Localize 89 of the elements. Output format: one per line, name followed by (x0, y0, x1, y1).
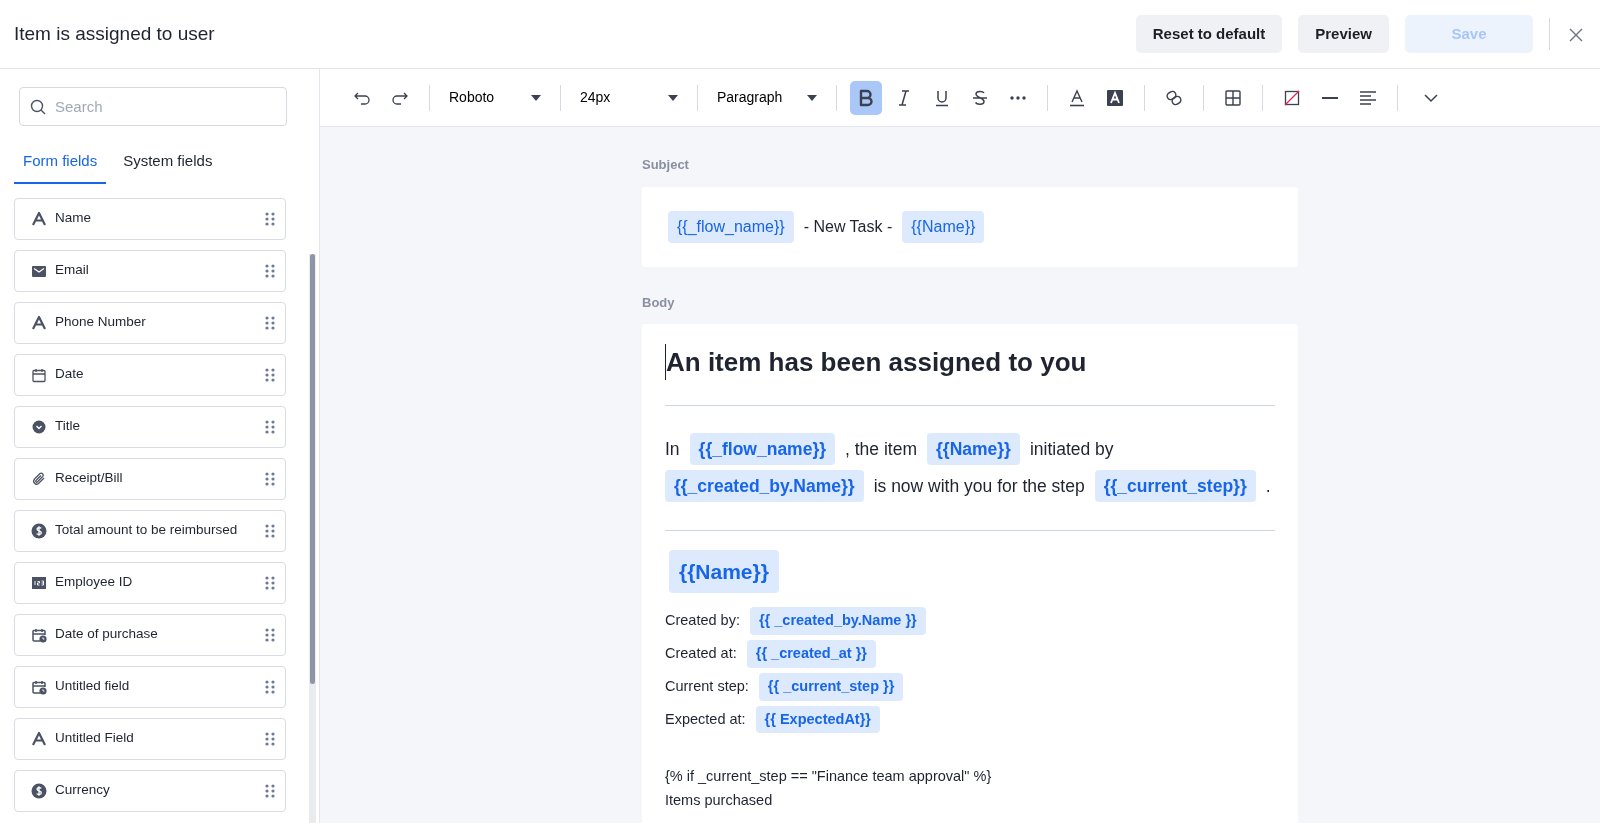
align-left-icon (1359, 88, 1377, 107)
caret-icon (531, 94, 541, 101)
template-tag: {{_current_step}} (1094, 470, 1256, 503)
field-item[interactable]: Date (14, 353, 286, 396)
body-editor[interactable] (642, 324, 1298, 823)
dollar-icon (31, 522, 47, 539)
drag-handle-icon[interactable] (265, 470, 275, 487)
body-text: Created by: (665, 611, 740, 631)
body-text: - New Task - (803, 216, 893, 237)
font-dropdown[interactable]: Paragraph (711, 87, 823, 108)
bold-button[interactable] (850, 80, 882, 115)
chevron-circle-icon (31, 418, 47, 435)
body-text: In (665, 437, 680, 461)
template-tag: {{Name}} (902, 210, 985, 243)
template-tag: {{Name}} (669, 549, 779, 594)
dollar-icon (31, 782, 47, 799)
calendar-clock-icon (31, 678, 47, 695)
drag-handle-icon[interactable] (265, 626, 275, 643)
body-text: , the item (845, 437, 917, 461)
body-text: {% if _current_step == "Finance team approval" %} (665, 767, 993, 787)
field-item[interactable]: Name (14, 197, 286, 240)
field-item[interactable]: Untitled field (14, 665, 286, 708)
drag-handle-icon[interactable] (265, 678, 275, 695)
drag-handle-icon[interactable] (265, 418, 275, 435)
letter-icon (31, 730, 47, 747)
field-item[interactable]: Employee ID (14, 561, 286, 604)
scrollbar-thumb[interactable] (310, 254, 315, 684)
tab[interactable]: System fields (114, 146, 222, 184)
body-text: Created at: (665, 644, 737, 664)
subject-field[interactable]: {{_flow_name}} - New Task - {{Name}} (642, 186, 1298, 267)
section-label: Body (642, 293, 676, 312)
section-label: Subject (642, 156, 690, 174)
underline-icon (933, 88, 951, 107)
tab[interactable]: Form fields (14, 146, 107, 184)
header-button[interactable]: Preview (1298, 15, 1389, 53)
field-item[interactable]: Title (14, 405, 286, 448)
template-tag: {{_flow_name}} (689, 433, 836, 466)
clear-format-icon (1283, 88, 1301, 107)
link-icon (1165, 88, 1183, 107)
drag-handle-icon[interactable] (265, 574, 275, 591)
window-title: Item is assigned to user (14, 21, 215, 46)
highlight-icon (1106, 88, 1124, 107)
template-tag: {{ _created_at }} (746, 640, 876, 668)
caret-icon (668, 94, 678, 101)
body-text: Expected at: (665, 709, 746, 729)
email-heading: An item has been assigned to you (665, 344, 1275, 380)
search-field[interactable]: Search (19, 87, 287, 126)
strikethrough-icon (971, 88, 989, 107)
template-tag: {{ _created_by.Name }} (749, 607, 926, 636)
template-tag: {{_flow_name}} (668, 210, 794, 243)
template-tag: {{ ExpectedAt}} (755, 705, 880, 734)
body-text: Items purchased (665, 791, 774, 811)
field-item[interactable]: Receipt/Bill (14, 457, 286, 500)
font-dropdown[interactable]: 24px (574, 87, 684, 108)
template-tag: {{Name}} (927, 433, 1020, 466)
paperclip-icon (31, 470, 47, 487)
calendar-clock-icon (31, 626, 47, 643)
header-button[interactable]: Reset to default (1135, 15, 1283, 53)
font-dropdown[interactable]: Roboto (443, 87, 547, 108)
drag-handle-icon[interactable] (265, 730, 275, 747)
number-icon (31, 574, 47, 591)
more-icon (1009, 95, 1027, 100)
field-item[interactable]: Currency (14, 769, 286, 812)
bold-icon (857, 88, 875, 107)
body-text: is now with you for the step (873, 474, 1085, 498)
letter-icon (31, 210, 47, 227)
field-item[interactable]: Date of purchase (14, 613, 286, 656)
field-item[interactable]: Untitled Field (14, 717, 286, 760)
calendar-icon (31, 366, 47, 383)
body-text: Current step: (665, 676, 749, 696)
drag-handle-icon[interactable] (265, 210, 275, 227)
letter-icon (31, 314, 47, 331)
body-text: initiated by (1029, 437, 1114, 461)
horizontal-rule-icon (1321, 96, 1339, 99)
close-icon (1568, 26, 1584, 43)
drag-handle-icon[interactable] (265, 366, 275, 383)
template-tag: {{_created_by.Name}} (665, 470, 864, 503)
drag-handle-icon[interactable] (265, 522, 275, 539)
template-tag: {{ _current_step }} (758, 672, 904, 701)
body-text: . (1265, 474, 1271, 498)
drag-handle-icon[interactable] (265, 782, 275, 799)
field-item[interactable]: Phone Number (14, 301, 286, 344)
text-color-icon (1068, 88, 1086, 107)
table-icon (1224, 88, 1242, 107)
caret-icon (807, 94, 817, 101)
field-item[interactable]: Total amount to be reimbursed (14, 509, 286, 552)
drag-handle-icon[interactable] (265, 262, 275, 279)
field-item[interactable]: Email (14, 249, 286, 292)
drag-handle-icon[interactable] (265, 314, 275, 331)
